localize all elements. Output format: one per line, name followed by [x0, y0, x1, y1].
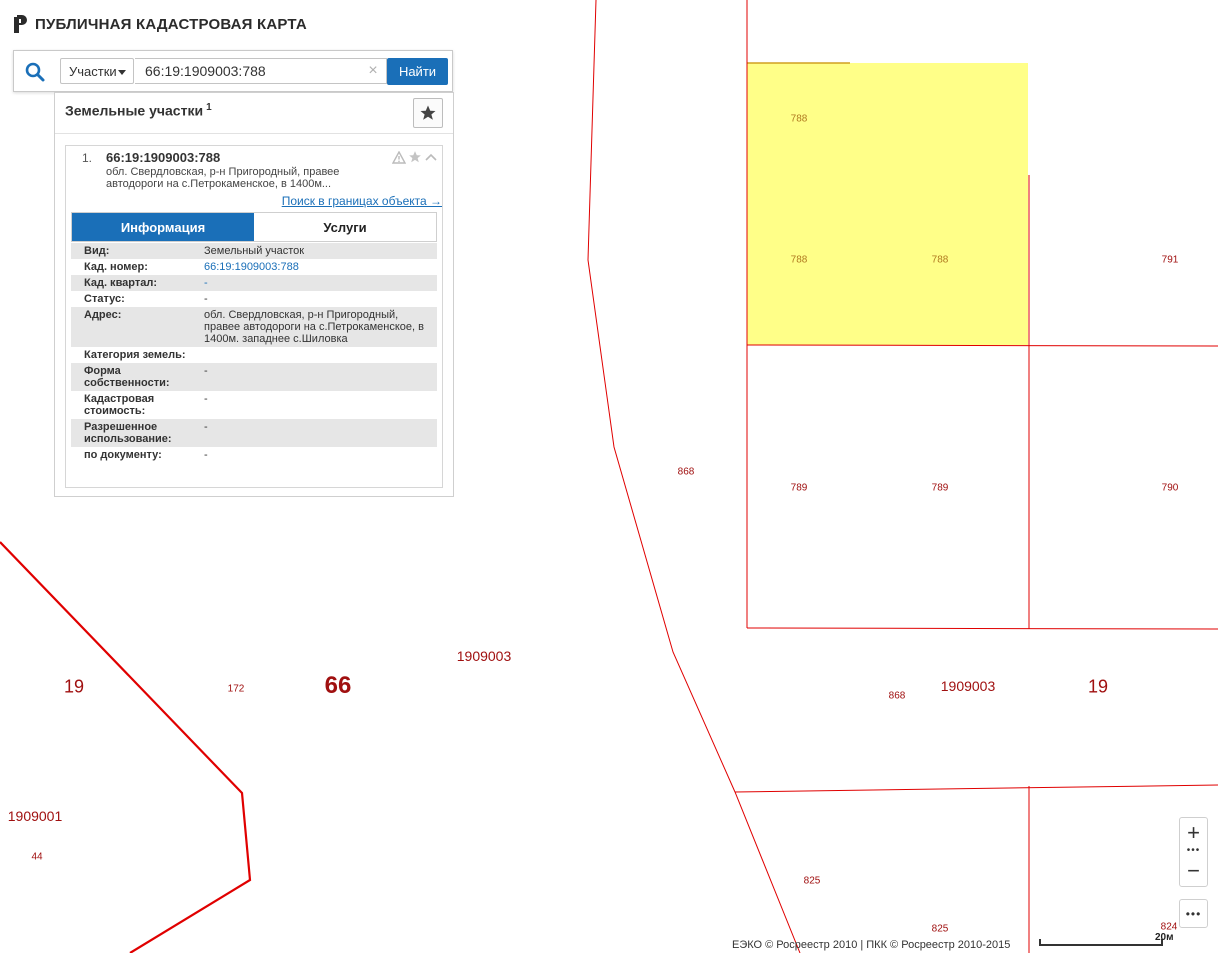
more-options-button[interactable]: ••• [1179, 899, 1208, 928]
result-cadastral-number[interactable]: 66:19:1909003:788 [106, 150, 220, 165]
info-value [204, 347, 437, 363]
scale-label: 20м [1155, 932, 1174, 943]
region-label-19: 19 [63, 676, 85, 697]
scale-bar [1039, 939, 1163, 946]
info-row-type: Вид: Земельный участок [71, 243, 437, 259]
star-icon[interactable] [408, 150, 422, 164]
info-row-cad-quarter: Кад. квартал: - [71, 275, 437, 291]
info-row-permitted-use: Разрешенное использование: - [71, 419, 437, 447]
zoom-in-button[interactable]: + [1180, 818, 1207, 848]
quarter-label-1909003: 1909003 [940, 678, 996, 694]
info-key: Кадастровая стоимость: [84, 393, 155, 417]
parcel-label-824: 824 [1160, 921, 1178, 933]
cadastral-number-link[interactable]: 66:19:1909003:788 [204, 261, 299, 273]
tab-information[interactable]: Информация [72, 213, 254, 241]
map-attribution: ЕЭКО © Росреестр 2010 | ПКК © Росреестр … [732, 939, 1011, 951]
results-count: 1 [206, 102, 212, 113]
quarter-label-1909001: 1909001 [7, 808, 63, 824]
parcel-label-172: 172 [227, 683, 245, 695]
zoom-out-button[interactable]: − [1180, 856, 1207, 886]
quarter-boundary [0, 541, 252, 953]
info-row-ownership: Форма собственности: - [71, 363, 437, 391]
info-key: Адрес: [71, 307, 204, 347]
info-key: Статус: [84, 293, 125, 305]
info-key: Кад. номер: [84, 261, 148, 273]
app-title: ПУБЛИЧНАЯ КАДАСТРОВАЯ КАРТА [35, 15, 307, 33]
chevron-up-icon[interactable] [424, 151, 438, 163]
search-bar: Участки × Найти [13, 50, 453, 92]
favorites-button[interactable] [413, 98, 443, 128]
district-label-66: 66 [324, 672, 352, 699]
info-key: Разрешенное использование: [71, 419, 204, 447]
zoom-control: + ••• − [1179, 817, 1208, 887]
chevron-down-icon [118, 70, 126, 75]
warning-icon[interactable] [392, 150, 406, 164]
region-label-19: 19 [1087, 676, 1109, 697]
parcel-label-789: 789 [931, 482, 949, 494]
zoom-slider-handle[interactable]: ••• [1180, 846, 1207, 856]
results-title: Земельные участки 1 [65, 102, 212, 119]
selected-parcel-788 [747, 63, 1028, 345]
info-key: Кад. квартал: [71, 275, 204, 291]
search-type-select[interactable]: Участки [60, 58, 134, 84]
info-value: - [204, 419, 437, 447]
clear-icon[interactable]: × [364, 62, 382, 80]
parcel-label-790: 790 [1161, 482, 1179, 494]
result-index: 1. [82, 151, 93, 165]
quarter-label-1909003: 1909003 [456, 648, 512, 664]
parcel-label-825: 825 [931, 923, 949, 935]
result-actions [392, 150, 438, 164]
parcel-label-788: 788 [790, 254, 808, 266]
parcel-label-44: 44 [31, 851, 43, 863]
info-row-land-category: Категория земель: [71, 347, 437, 363]
info-row-by-document: по документу: - [71, 447, 437, 463]
parcel-label-789: 789 [790, 482, 808, 494]
info-key: Категория земель: [84, 349, 186, 361]
info-row-cadastral-value: Кадастровая стоимость: - [71, 391, 437, 419]
parcel-label-791: 791 [1161, 254, 1179, 266]
app-brand[interactable]: ПУБЛИЧНАЯ КАДАСТРОВАЯ КАРТА [14, 14, 307, 34]
parcel-label-868: 868 [888, 690, 906, 702]
info-value: - [204, 449, 208, 461]
info-row-cad-number: Кад. номер: 66:19:1909003:788 [71, 259, 437, 275]
info-key: Форма собственности: [71, 363, 204, 391]
result-address: обл. Свердловская, р-н Пригородный, прав… [106, 166, 340, 190]
parcel-label-825: 825 [803, 875, 821, 887]
info-value: - [204, 393, 208, 405]
results-panel: Земельные участки 1 1. 66:19:1909003:788 … [54, 92, 454, 497]
search-in-bounds-link[interactable]: Поиск в границах объекта → [282, 194, 442, 208]
info-value: - [204, 293, 208, 305]
parcel-label-788: 788 [931, 254, 949, 266]
info-value: - [204, 363, 437, 391]
boundary-h-628 [746, 627, 1218, 630]
info-key: по документу: [84, 449, 162, 461]
boundary-h-345 [746, 344, 1218, 347]
info-row-address: Адрес: обл. Свердловская, р-н Пригородны… [71, 307, 437, 347]
parcel-label-788: 788 [790, 113, 808, 125]
search-icon[interactable] [24, 61, 46, 83]
star-icon [420, 105, 436, 120]
info-value: Земельный участок [204, 243, 437, 259]
results-title-text: Земельные участки [65, 102, 204, 119]
info-key: Вид: [71, 243, 204, 259]
info-value: обл. Свердловская, р-н Пригородный, прав… [204, 307, 437, 347]
cadastral-quarter-link[interactable]: - [204, 277, 208, 289]
parcel-label-868: 868 [677, 466, 695, 478]
search-type-value: Участки [69, 63, 117, 79]
search-button[interactable]: Найти [387, 58, 448, 85]
info-table: Вид: Земельный участок Кад. номер: 66:19… [71, 243, 437, 463]
info-row-status: Статус: - [71, 291, 437, 307]
result-card[interactable]: 1. 66:19:1909003:788 обл. Свердловская, … [65, 145, 443, 488]
result-tabs: Информация Услуги [71, 212, 437, 242]
boundary-h-792 [734, 784, 1218, 793]
tab-services[interactable]: Услуги [254, 213, 436, 241]
results-header: Земельные участки 1 [55, 93, 453, 134]
rosreestr-logo-icon [14, 15, 27, 33]
search-input[interactable] [135, 58, 387, 84]
